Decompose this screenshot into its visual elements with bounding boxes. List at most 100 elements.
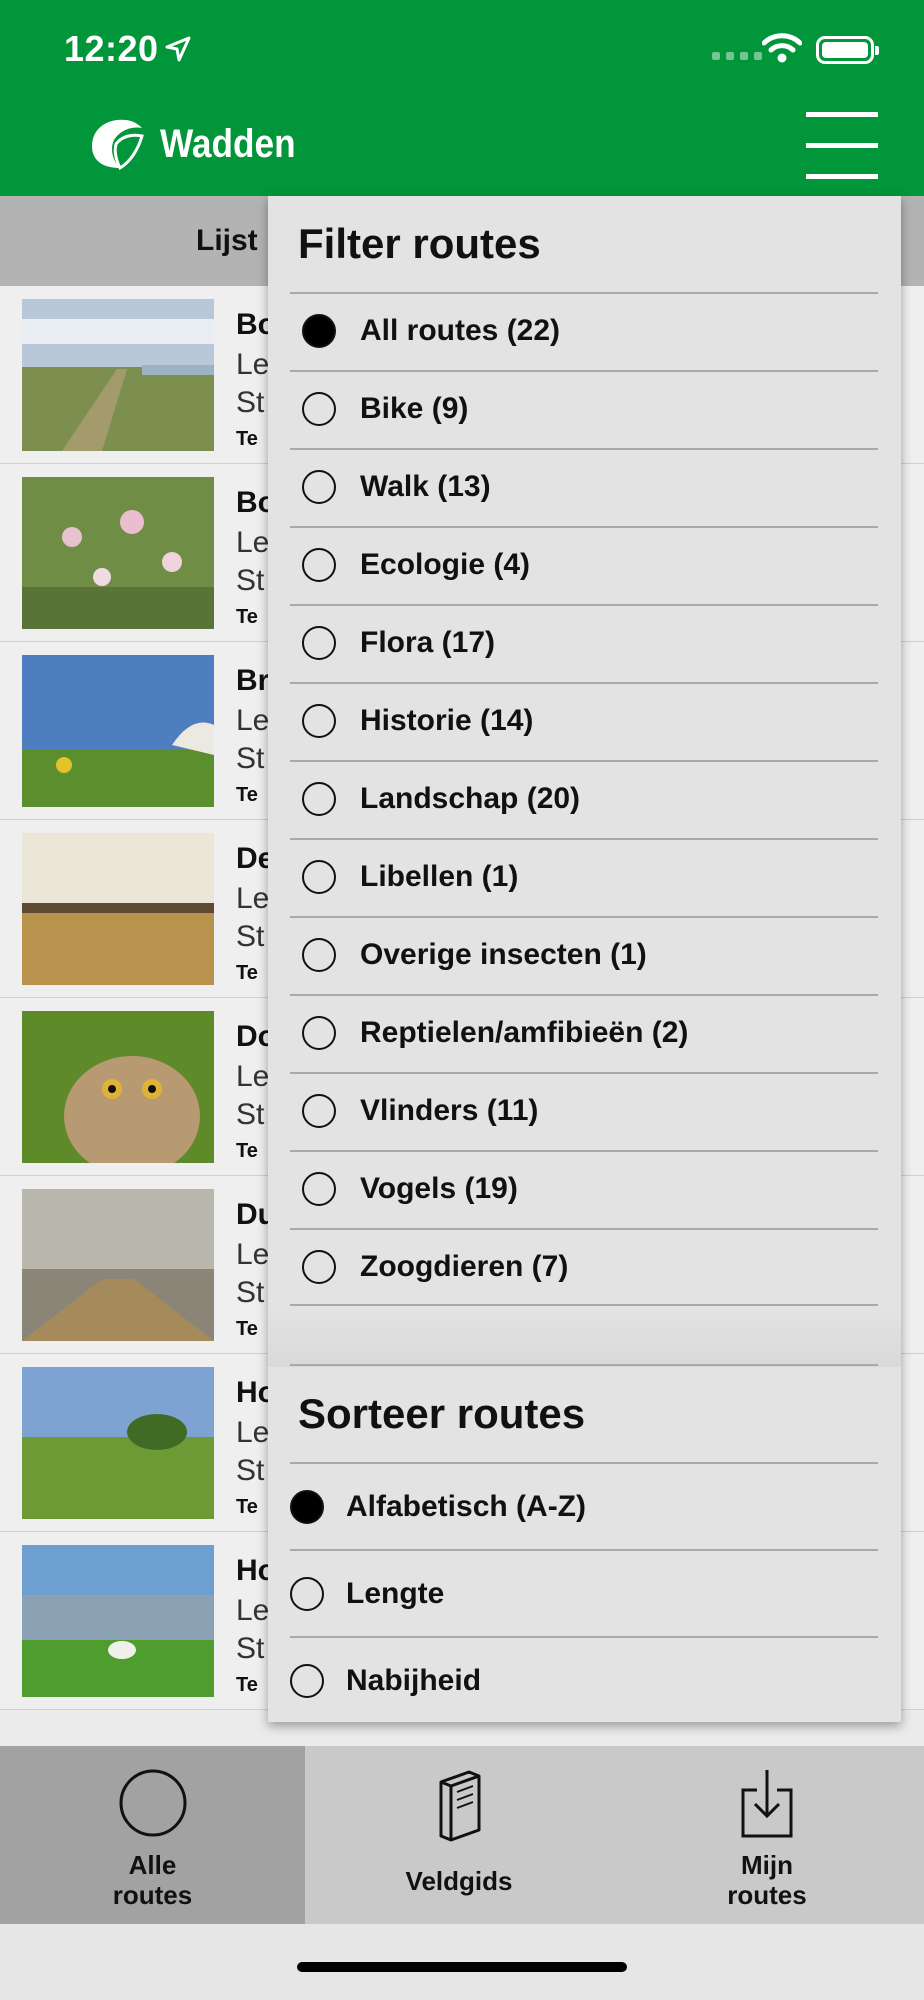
option-label: Historie (14) <box>360 704 534 737</box>
filter-option-landschap[interactable]: Landschap (20) <box>290 760 878 838</box>
filter-option-walk[interactable]: Walk (13) <box>290 448 878 526</box>
tab-veldgids[interactable]: Veldgids <box>305 1746 613 1924</box>
route-thumbnail <box>22 477 214 629</box>
route-type: Te <box>236 962 258 984</box>
battery-icon <box>816 36 879 64</box>
option-label: All routes (22) <box>360 314 561 347</box>
wifi-icon <box>762 33 802 63</box>
route-start: St <box>236 1098 265 1131</box>
route-start: St <box>236 386 265 419</box>
option-label: Ecologie (4) <box>360 548 531 581</box>
radio-icon <box>302 860 336 894</box>
route-name: Br <box>236 664 270 697</box>
option-label: Alfabetisch (A-Z) <box>346 1490 586 1523</box>
radio-icon <box>302 548 336 582</box>
option-label: Bike (9) <box>360 392 469 425</box>
home-indicator[interactable] <box>297 1962 627 1972</box>
filter-option-reptielen[interactable]: Reptielen/amfibieën (2) <box>290 994 878 1072</box>
app-title: Wadden <box>160 122 296 166</box>
filter-panel: Filter routes All routes (22) Bike (9) W… <box>268 196 901 1722</box>
route-start: St <box>236 742 265 775</box>
radio-selected-icon <box>302 314 336 348</box>
menu-button[interactable] <box>806 112 878 182</box>
filter-option-zoogdieren[interactable]: Zoogdieren (7) <box>290 1228 878 1306</box>
option-label: Libellen (1) <box>360 860 519 893</box>
radio-icon <box>290 1577 324 1611</box>
radio-icon <box>302 392 336 426</box>
radio-icon <box>302 782 336 816</box>
route-length: Le <box>236 882 270 915</box>
route-start: St <box>236 1632 265 1665</box>
route-length: Le <box>236 526 270 559</box>
route-length: Le <box>236 1416 270 1449</box>
option-label: Reptielen/amfibieën (2) <box>360 1016 689 1049</box>
sort-option-proximity[interactable]: Nabijheid <box>290 1636 878 1724</box>
filter-option-all[interactable]: All routes (22) <box>290 292 878 370</box>
tab-label: Mijn routes <box>727 1850 807 1910</box>
location-arrow-icon <box>165 36 191 62</box>
app-header: 12:20 Wadden <box>0 0 924 196</box>
filter-option-ecologie[interactable]: Ecologie (4) <box>290 526 878 604</box>
radio-icon <box>302 704 336 738</box>
tab-bar: Alle routes Veldgids Mijn routes <box>0 1746 924 1924</box>
route-thumbnail <box>22 1367 214 1519</box>
filter-option-vogels[interactable]: Vogels (19) <box>290 1150 878 1228</box>
route-thumbnail <box>22 655 214 807</box>
route-thumbnail <box>22 1545 214 1697</box>
radio-icon <box>302 470 336 504</box>
route-start: St <box>236 1454 265 1487</box>
radio-icon <box>302 1172 336 1206</box>
route-thumbnail <box>22 1011 214 1163</box>
route-type: Te <box>236 606 258 628</box>
option-label: Zoogdieren (7) <box>360 1250 569 1283</box>
radio-icon <box>302 626 336 660</box>
circle-icon <box>119 1769 186 1837</box>
tab-alle-routes[interactable]: Alle routes <box>0 1746 305 1924</box>
route-thumbnail <box>22 833 214 985</box>
route-start: St <box>236 920 265 953</box>
tab-label: Alle routes <box>112 1850 193 1910</box>
option-label: Vlinders (11) <box>360 1094 539 1127</box>
sort-option-length[interactable]: Lengte <box>290 1549 878 1637</box>
cellular-signal-icon <box>712 52 762 60</box>
radio-icon <box>302 1016 336 1050</box>
radio-selected-icon <box>290 1490 324 1524</box>
radio-icon <box>302 938 336 972</box>
route-length: Le <box>236 1594 270 1627</box>
radio-icon <box>302 1094 336 1128</box>
route-type: Te <box>236 1318 258 1340</box>
status-time: 12:20 <box>64 28 159 69</box>
route-length: Le <box>236 1060 270 1093</box>
route-type: Te <box>236 784 258 806</box>
option-label: Flora (17) <box>360 626 496 659</box>
tab-mijn-routes[interactable]: Mijn routes <box>613 1746 921 1924</box>
option-label: Nabijheid <box>346 1664 482 1697</box>
wadden-logo-icon <box>92 119 144 171</box>
filter-option-flora[interactable]: Flora (17) <box>290 604 878 682</box>
route-start: St <box>236 564 265 597</box>
route-type: Te <box>236 428 258 450</box>
route-length: Le <box>236 704 270 737</box>
filter-option-libellen[interactable]: Libellen (1) <box>290 838 878 916</box>
route-type: Te <box>236 1674 258 1696</box>
filter-option-bike[interactable]: Bike (9) <box>290 370 878 448</box>
list-subheader-title: Lijst <box>196 224 258 257</box>
radio-icon <box>302 1250 336 1284</box>
radio-icon <box>290 1664 324 1698</box>
filter-title: Filter routes <box>298 220 541 267</box>
route-thumbnail <box>22 299 214 451</box>
option-label: Vogels (19) <box>360 1172 518 1205</box>
option-label: Overige insecten (1) <box>360 938 647 971</box>
sort-option-alphabetical[interactable]: Alfabetisch (A-Z) <box>290 1462 878 1550</box>
filter-option-historie[interactable]: Historie (14) <box>290 682 878 760</box>
filter-option-overige-insecten[interactable]: Overige insecten (1) <box>290 916 878 994</box>
option-label: Lengte <box>346 1577 445 1610</box>
book-icon <box>439 1770 481 1842</box>
route-length: Le <box>236 348 270 381</box>
option-label: Walk (13) <box>360 470 491 503</box>
filter-option-vlinders[interactable]: Vlinders (11) <box>290 1072 878 1150</box>
route-type: Te <box>236 1140 258 1162</box>
option-label: Landschap (20) <box>360 782 581 815</box>
route-length: Le <box>236 1238 270 1271</box>
download-icon <box>741 1770 793 1838</box>
